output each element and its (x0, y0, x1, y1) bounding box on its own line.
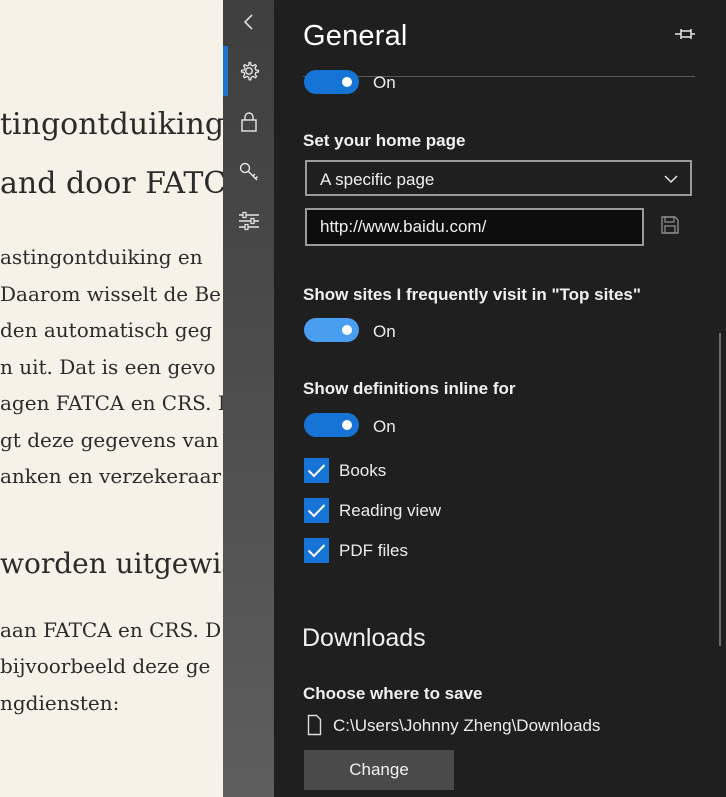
article-heading-line: worden uitgewiss (0, 547, 224, 580)
general-settings-panel: General On Set your home page A specific… (274, 0, 726, 797)
home-page-label: Set your home page (303, 131, 466, 150)
save-url-button[interactable] (660, 215, 680, 240)
article-text-line: anken en verzekeraar (0, 464, 222, 488)
definitions-toggle-state: On (373, 417, 396, 436)
back-button[interactable] (223, 2, 274, 42)
panel-title: General (303, 20, 408, 52)
books-checkbox-label: Books (339, 461, 387, 480)
reading-view-checkbox[interactable] (304, 498, 329, 523)
home-page-select[interactable]: A specific page (305, 160, 692, 196)
top-sites-toggle-switch[interactable] (304, 318, 359, 342)
reading-view-checkbox-label: Reading view (339, 501, 442, 520)
lock-icon (240, 112, 257, 132)
pin-button[interactable] (674, 25, 696, 48)
pin-icon (675, 29, 695, 39)
sliders-icon (238, 211, 259, 231)
article-text-line: ngdiensten: (0, 691, 120, 715)
definitions-toggle-switch[interactable] (304, 413, 359, 437)
article-text-line: astingontduiking en (0, 245, 203, 269)
checkmark-icon (307, 544, 326, 558)
chevron-down-icon (664, 175, 678, 184)
advanced-settings-button[interactable] (223, 201, 274, 241)
books-checkbox[interactable] (304, 458, 329, 483)
save-icon (661, 216, 679, 234)
panel-scrollbar[interactable] (719, 333, 721, 646)
pdf-files-checkbox[interactable] (304, 538, 329, 563)
pdf-files-checkbox-label: PDF files (339, 541, 408, 560)
passwords-button[interactable] (223, 152, 274, 192)
download-path: C:\Users\Johnny Zheng\Downloads (333, 716, 601, 735)
home-page-selected: A specific page (320, 170, 435, 189)
privacy-security-button[interactable] (223, 102, 274, 142)
checkmark-icon (307, 504, 326, 518)
article-text-line: aan FATCA en CRS. D (0, 618, 222, 642)
article-text-line: den automatisch geg (0, 318, 213, 342)
downloads-section-title: Downloads (302, 624, 426, 652)
article-heading-line: tingontduiking (0, 107, 224, 142)
top-toggle-state: On (373, 73, 396, 92)
back-icon (243, 14, 253, 30)
article-heading-line: and door FATC (0, 166, 224, 201)
settings-nav-rail (223, 0, 274, 797)
top-sites-label: Show sites I frequently visit in "Top si… (303, 285, 641, 304)
home-page-url-input[interactable] (305, 208, 644, 246)
top-toggle-switch[interactable] (304, 70, 359, 94)
choose-save-label: Choose where to save (303, 684, 483, 703)
definitions-label: Show definitions inline for (303, 379, 516, 398)
file-icon (307, 714, 322, 736)
change-download-location-button[interactable]: Change (304, 750, 454, 790)
header-divider (303, 76, 695, 77)
reading-view-content: tingontduiking and door FATC astingontdu… (0, 0, 224, 797)
article-text-line: bijvoorbeeld deze ge (0, 654, 211, 678)
general-settings-button[interactable] (223, 51, 274, 91)
key-icon (239, 162, 258, 181)
article-text-line: Daarom wisselt de Be (0, 282, 222, 306)
article-text-line: n uit. Dat is een gevo (0, 355, 216, 379)
article-text-line: agen FATCA en CRS. I (0, 391, 224, 415)
article-text-line: gt deze gegevens van (0, 428, 219, 452)
folder-path-icon-wrap (307, 714, 322, 741)
gear-icon (240, 61, 259, 81)
checkmark-icon (307, 464, 326, 478)
top-sites-toggle-state: On (373, 322, 396, 341)
